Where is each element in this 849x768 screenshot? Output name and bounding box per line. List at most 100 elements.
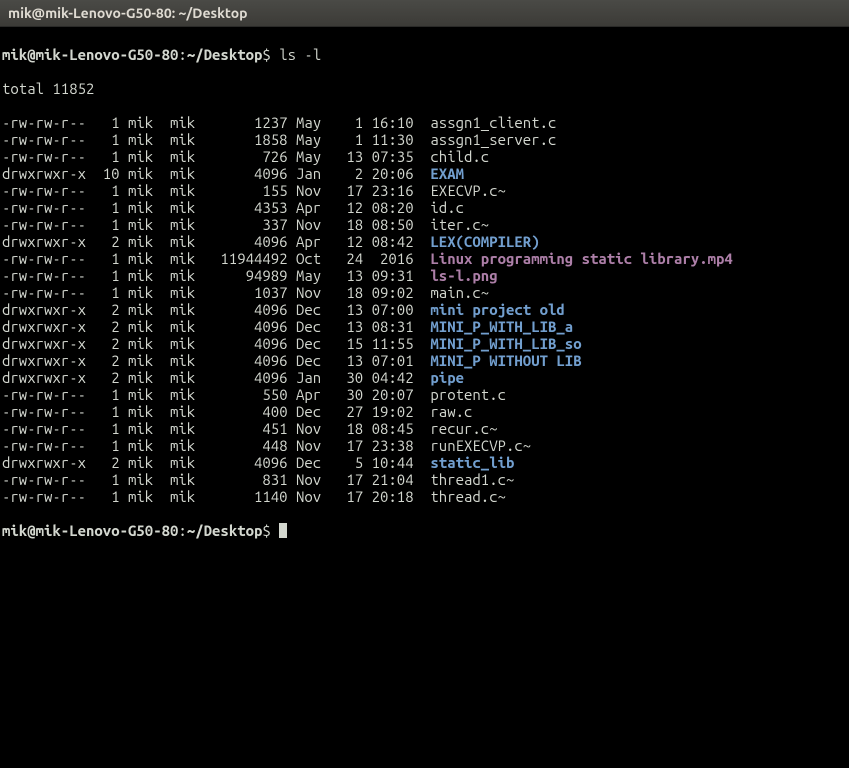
- group-col: mik: [170, 250, 204, 267]
- month-col: Dec: [296, 403, 330, 420]
- window-title: mik@mik-Lenovo-G50-80: ~/Desktop: [8, 5, 248, 22]
- links-col: 2: [94, 335, 119, 352]
- file-name: Linux programming static library.mp4: [430, 250, 732, 267]
- owner-col: mik: [128, 318, 162, 335]
- month-col: Nov: [296, 471, 330, 488]
- prompt-line-2[interactable]: mik@mik-Lenovo-G50-80:~/Desktop$: [2, 522, 847, 539]
- day-col: 13: [338, 267, 363, 284]
- group-col: mik: [170, 301, 204, 318]
- time-col: 16:10: [372, 114, 422, 131]
- group-col: mik: [170, 471, 204, 488]
- window-titlebar[interactable]: mik@mik-Lenovo-G50-80: ~/Desktop: [0, 0, 849, 27]
- links-col: 10: [94, 165, 119, 182]
- day-col: 17: [338, 437, 363, 454]
- month-col: May: [296, 114, 330, 131]
- size-col: 726: [212, 148, 288, 165]
- listing-row: drwxrwxr-x 2 mik mik 4096 Apr 12 08:42 L…: [2, 233, 847, 250]
- links-col: 1: [94, 488, 119, 505]
- file-name: protent.c: [430, 386, 506, 403]
- file-name: assgn1_server.c: [430, 131, 556, 148]
- time-col: 08:45: [372, 420, 422, 437]
- perm-col: drwxrwxr-x: [2, 454, 86, 471]
- group-col: mik: [170, 284, 204, 301]
- size-col: 4096: [212, 335, 288, 352]
- day-col: 1: [338, 114, 363, 131]
- links-col: 1: [94, 471, 119, 488]
- links-col: 1: [94, 148, 119, 165]
- listing-row: -rw-rw-r-- 1 mik mik 1858 May 1 11:30 as…: [2, 131, 847, 148]
- day-col: 17: [338, 488, 363, 505]
- listing-row: drwxrwxr-x 2 mik mik 4096 Dec 15 11:55 M…: [2, 335, 847, 352]
- time-col: 23:38: [372, 437, 422, 454]
- file-name: EXECVP.c~: [430, 182, 506, 199]
- file-name: assgn1_client.c: [430, 114, 556, 131]
- day-col: 30: [338, 369, 363, 386]
- prompt-symbol: $: [262, 522, 270, 539]
- day-col: 12: [338, 199, 363, 216]
- month-col: Nov: [296, 420, 330, 437]
- perm-col: -rw-rw-r--: [2, 199, 86, 216]
- owner-col: mik: [128, 148, 162, 165]
- file-name: recur.c~: [430, 420, 497, 437]
- owner-col: mik: [128, 131, 162, 148]
- listing-row: -rw-rw-r-- 1 mik mik 4353 Apr 12 08:20 i…: [2, 199, 847, 216]
- time-col: 11:30: [372, 131, 422, 148]
- day-col: 18: [338, 420, 363, 437]
- month-col: Nov: [296, 437, 330, 454]
- terminal-area[interactable]: mik@mik-Lenovo-G50-80:~/Desktop$ ls -l t…: [0, 27, 849, 558]
- perm-col: -rw-rw-r--: [2, 131, 86, 148]
- size-col: 451: [212, 420, 288, 437]
- size-col: 4096: [212, 233, 288, 250]
- owner-col: mik: [128, 199, 162, 216]
- size-col: 4096: [212, 165, 288, 182]
- links-col: 2: [94, 352, 119, 369]
- month-col: Dec: [296, 301, 330, 318]
- time-col: 2016: [372, 250, 422, 267]
- group-col: mik: [170, 131, 204, 148]
- links-col: 1: [94, 131, 119, 148]
- links-col: 1: [94, 403, 119, 420]
- listing-row: -rw-rw-r-- 1 mik mik 1140 Nov 17 20:18 t…: [2, 488, 847, 505]
- time-col: 08:20: [372, 199, 422, 216]
- size-col: 4096: [212, 318, 288, 335]
- time-col: 11:55: [372, 335, 422, 352]
- group-col: mik: [170, 318, 204, 335]
- day-col: 13: [338, 148, 363, 165]
- day-col: 2: [338, 165, 363, 182]
- perm-col: drwxrwxr-x: [2, 352, 86, 369]
- file-name: mini project old: [430, 301, 564, 318]
- owner-col: mik: [128, 335, 162, 352]
- day-col: 24: [338, 250, 363, 267]
- size-col: 94989: [212, 267, 288, 284]
- listing-row: drwxrwxr-x 2 mik mik 4096 Dec 13 07:00 m…: [2, 301, 847, 318]
- time-col: 20:07: [372, 386, 422, 403]
- size-col: 1037: [212, 284, 288, 301]
- owner-col: mik: [128, 284, 162, 301]
- day-col: 17: [338, 182, 363, 199]
- size-col: 4096: [212, 369, 288, 386]
- links-col: 1: [94, 182, 119, 199]
- prompt-line-1: mik@mik-Lenovo-G50-80:~/Desktop$ ls -l: [2, 46, 847, 63]
- file-name: MINI_P WITHOUT LIB: [430, 352, 581, 369]
- day-col: 13: [338, 352, 363, 369]
- day-col: 17: [338, 471, 363, 488]
- links-col: 2: [94, 233, 119, 250]
- group-col: mik: [170, 199, 204, 216]
- perm-col: -rw-rw-r--: [2, 182, 86, 199]
- file-name: MINI_P_WITH_LIB_a: [430, 318, 573, 335]
- group-col: mik: [170, 369, 204, 386]
- prompt-user-host: mik@mik-Lenovo-G50-80: [2, 46, 178, 63]
- group-col: mik: [170, 335, 204, 352]
- perm-col: -rw-rw-r--: [2, 437, 86, 454]
- listing-row: -rw-rw-r-- 1 mik mik 1037 Nov 18 09:02 m…: [2, 284, 847, 301]
- month-col: Nov: [296, 182, 330, 199]
- perm-col: drwxrwxr-x: [2, 335, 86, 352]
- listing-row: drwxrwxr-x 10 mik mik 4096 Jan 2 20:06 E…: [2, 165, 847, 182]
- size-col: 4096: [212, 352, 288, 369]
- perm-col: -rw-rw-r--: [2, 250, 86, 267]
- time-col: 08:42: [372, 233, 422, 250]
- month-col: Dec: [296, 335, 330, 352]
- day-col: 13: [338, 301, 363, 318]
- day-col: 12: [338, 233, 363, 250]
- perm-col: -rw-rw-r--: [2, 148, 86, 165]
